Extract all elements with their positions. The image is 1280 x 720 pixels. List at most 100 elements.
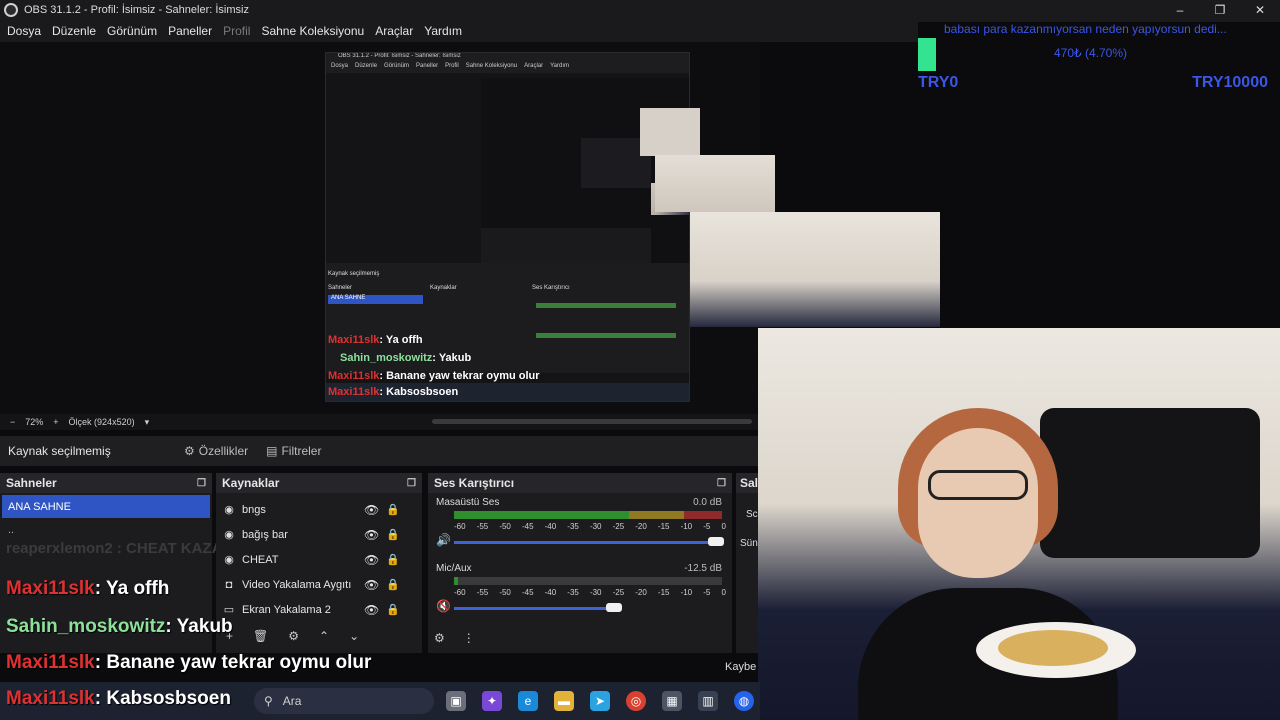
mini-menu: Dosya Düzenle Görünüm Paneller Profil Sa… xyxy=(326,63,689,73)
source-item[interactable]: ▭ Ekran Yakalama 2 👁 🔒 xyxy=(216,597,422,622)
controls-button[interactable]: Sc xyxy=(736,493,758,520)
undock-icon[interactable]: ❐ xyxy=(197,478,206,489)
donation-bar: babası para kazanmıyorsan neden yapıyors… xyxy=(918,22,1280,92)
edge-icon[interactable]: e xyxy=(518,691,538,711)
globe-icon: ◉ xyxy=(224,554,234,566)
delete-icon[interactable]: 🗑 xyxy=(253,629,268,643)
lock-icon[interactable]: 🔒 xyxy=(386,603,400,616)
source-item[interactable]: ◉ CHEAT 👁 🔒 xyxy=(216,547,422,572)
properties-button[interactable]: ⚙ Özellikler xyxy=(184,444,248,458)
source-item[interactable]: ◉ bağış bar 👁 🔒 xyxy=(216,522,422,547)
more-options-icon[interactable]: ⋮ xyxy=(463,631,475,645)
mixer-toolbar: ⚙ ⋮ xyxy=(434,631,475,645)
faded-chat-line: reaperxlemon2 : CHEAT KAZAN xyxy=(6,540,234,557)
chat-line: Maxi11slk: Banane yaw tekrar oymu olur xyxy=(6,652,372,673)
volume-slider-knob[interactable] xyxy=(606,603,622,612)
audio-mixer-dock: Ses Karıştırıcı ❐ Masaüstü Ses 0.0 dB -60… xyxy=(428,473,732,653)
volume-slider[interactable] xyxy=(454,541,724,544)
eye-icon[interactable]: 👁 xyxy=(364,578,379,592)
source-item[interactable]: ◉ bngs 👁 🔒 xyxy=(216,497,422,522)
mixer-title: Ses Karıştırıcı xyxy=(434,476,515,490)
face xyxy=(918,428,1038,578)
menu-gorunum[interactable]: Görünüm xyxy=(107,24,157,38)
move-down-icon[interactable]: ⌄ xyxy=(349,629,359,643)
eye-icon[interactable]: 👁 xyxy=(364,553,379,567)
menu-yardim[interactable]: Yardım xyxy=(424,24,462,38)
eye-icon[interactable]: 👁 xyxy=(364,503,379,517)
donation-min-label: TRY0 xyxy=(918,74,959,91)
advanced-audio-icon[interactable]: ⚙ xyxy=(434,631,445,645)
lock-icon[interactable]: 🔒 xyxy=(386,578,400,591)
eye-icon[interactable]: 👁 xyxy=(364,603,379,617)
menu-paneller[interactable]: Paneller xyxy=(168,24,212,38)
chrome-icon[interactable]: ◎ xyxy=(626,691,646,711)
search-icon: ⚲ xyxy=(264,694,273,708)
store-icon[interactable]: ▦ xyxy=(662,691,682,711)
camera-icon: ◘ xyxy=(225,578,233,591)
zoom-value: 72% xyxy=(25,417,44,427)
task-view-icon[interactable]: ▣ xyxy=(446,691,466,711)
donation-message: babası para kazanmıyorsan neden yapıyors… xyxy=(944,22,1227,36)
scale-label: Ölçek (924x520) xyxy=(68,417,135,427)
channel-db: 0.0 dB xyxy=(693,497,722,508)
gear-icon: ⚙ xyxy=(184,444,195,458)
lock-icon[interactable]: 🔒 xyxy=(386,528,400,541)
menu-sahne-koleksiyonu[interactable]: Sahne Koleksiyonu xyxy=(261,24,364,38)
channel-db: -12.5 dB xyxy=(684,563,722,574)
eye-icon[interactable]: 👁 xyxy=(364,528,379,542)
copilot-icon[interactable]: ✦ xyxy=(482,691,502,711)
volume-meter xyxy=(454,511,722,519)
menu-profil[interactable]: Profil xyxy=(223,24,250,38)
telegram-icon[interactable]: ➤ xyxy=(590,691,610,711)
sources-title: Kaynaklar xyxy=(222,476,280,490)
mini-chat-line-2: Sahin_moskowitz: Yakub xyxy=(340,352,472,364)
menu-duzenle[interactable]: Düzenle xyxy=(52,24,96,38)
scene-item-ana-sahne[interactable]: ANA SAHNE xyxy=(2,495,210,518)
close-button[interactable]: ✕ xyxy=(1240,0,1280,20)
scenes-title: Sahneler xyxy=(6,476,57,490)
lock-icon[interactable]: 🔒 xyxy=(386,503,400,516)
volume-slider-knob[interactable] xyxy=(708,537,724,546)
undock-icon[interactable]: ❐ xyxy=(407,478,416,489)
webcam-tiny xyxy=(640,108,700,156)
meter-ticks: -60 -55 -50 -45 -40 -35 -30 -25 -20 -15 -10 -5 0 xyxy=(454,522,726,531)
donation-max-label: TRY10000 xyxy=(1192,74,1268,91)
glasses xyxy=(928,470,1028,500)
webcam-small xyxy=(655,155,775,212)
undock-icon[interactable]: ❐ xyxy=(717,478,726,489)
chat-line: Maxi11slk: Ya offh xyxy=(6,578,170,599)
lock-icon[interactable]: 🔒 xyxy=(386,553,400,566)
zoom-out-button[interactable]: − xyxy=(10,417,15,427)
title-bar: OBS 31.1.2 - Profil: İsimsiz - Sahneler:… xyxy=(0,0,1280,20)
maximize-button[interactable]: ❐ xyxy=(1200,0,1240,20)
obs-logo-icon xyxy=(4,3,18,17)
file-explorer-icon[interactable]: ▬ xyxy=(554,691,574,711)
speaker-icon[interactable]: 🔊 xyxy=(436,533,451,547)
mini-meter xyxy=(536,303,676,308)
horizontal-scrollbar[interactable] xyxy=(432,419,752,424)
volume-slider[interactable] xyxy=(454,607,614,610)
zoom-in-button[interactable]: + xyxy=(53,417,58,427)
donation-progress-fill xyxy=(918,38,936,71)
volume-meter xyxy=(454,577,722,585)
minimize-button[interactable]: – xyxy=(1160,0,1200,20)
menu-dosya[interactable]: Dosya xyxy=(7,24,41,38)
mic-muted-icon[interactable]: 🔇 xyxy=(436,599,451,613)
filter-icon: ▤ xyxy=(266,444,278,458)
channel-name: Masaüstü Ses xyxy=(436,497,500,508)
taskbar-search[interactable]: ⚲ Ara xyxy=(254,688,434,714)
sources-toolbar: + 🗑 ⚙ ⌃ ⌄ xyxy=(226,629,359,643)
controls-title: Sal xyxy=(740,476,759,490)
filters-button[interactable]: ▤ Filtreler xyxy=(266,444,321,458)
obs-taskbar-icon[interactable]: ◍ xyxy=(734,691,754,711)
move-up-icon[interactable]: ⌃ xyxy=(319,629,329,643)
source-item[interactable]: ◘ Video Yakalama Aygıtı 👁 🔒 xyxy=(216,572,422,597)
calculator-icon[interactable]: ▥ xyxy=(698,691,718,711)
menu-araclar[interactable]: Araçlar xyxy=(375,24,413,38)
settings-icon[interactable]: ⚙ xyxy=(288,629,299,643)
nested-screen-capture: OBS 31.1.2 - Profil: İsimsiz - Sahneler:… xyxy=(325,52,690,402)
webcam-feed xyxy=(758,328,1280,720)
scale-dropdown-icon[interactable]: ▾ xyxy=(145,417,150,428)
controls-dock: Sal Sc Sün xyxy=(736,473,758,653)
donation-progress-text: 470₺ (4.70%) xyxy=(1054,46,1128,60)
